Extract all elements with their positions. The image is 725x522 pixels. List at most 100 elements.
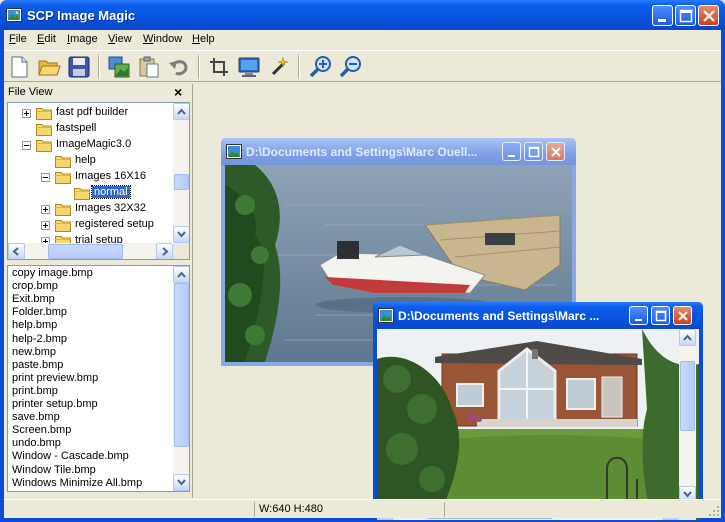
- list-item[interactable]: help-2.bmp: [12, 333, 67, 346]
- folder-icon: [55, 156, 71, 168]
- file-list-thumb[interactable]: [174, 283, 189, 447]
- status-dimensions: W:640 H:480: [259, 503, 324, 515]
- minimize-icon: [635, 319, 642, 321]
- list-item[interactable]: print preview.bmp: [12, 372, 98, 385]
- scroll-up-button[interactable]: [173, 103, 189, 120]
- scroll-left-button[interactable]: [8, 243, 25, 259]
- list-item[interactable]: new.bmp: [12, 346, 56, 359]
- list-item[interactable]: Folder.bmp: [12, 306, 67, 319]
- scroll-up-button[interactable]: [679, 329, 696, 346]
- list-item[interactable]: Window - Cascade.bmp: [12, 450, 129, 463]
- tree-item[interactable]: Images 32X32: [8, 201, 173, 217]
- file-view-close-button[interactable]: ×: [174, 84, 182, 100]
- tree-item[interactable]: ImageMagic3.0: [8, 137, 173, 153]
- image-vertical-scrollbar[interactable]: [679, 329, 696, 503]
- tree-item[interactable]: Images 16X16: [8, 169, 173, 185]
- arrow-left-icon: [12, 247, 19, 256]
- menu-window[interactable]: Window: [143, 33, 182, 45]
- toolbar-separator: [98, 55, 100, 79]
- file-view-header: File View ×: [4, 84, 190, 101]
- screen-button[interactable]: [236, 54, 262, 80]
- close-button[interactable]: [546, 142, 565, 161]
- scroll-up-button[interactable]: [173, 266, 189, 283]
- magic-wand-icon: [271, 56, 289, 76]
- collapse-icon[interactable]: [22, 141, 31, 150]
- magic-wand-button[interactable]: [266, 54, 292, 80]
- zoom-out-button[interactable]: [338, 54, 364, 80]
- close-button[interactable]: [673, 306, 692, 325]
- new-file-button[interactable]: [6, 54, 32, 80]
- tree-vertical-scrollbar[interactable]: [173, 103, 189, 243]
- minimize-button[interactable]: [629, 306, 648, 325]
- close-icon: [678, 311, 688, 321]
- list-item[interactable]: Window Tile.bmp: [12, 464, 96, 477]
- file-list-scrollbar[interactable]: [173, 266, 189, 491]
- image-window-title-bar[interactable]: D:\Documents and Settings\Marc ...: [373, 302, 703, 329]
- title-bar[interactable]: SCP Image Magic: [0, 0, 725, 30]
- zoom-out-icon: [339, 56, 361, 78]
- maximize-icon: [655, 310, 667, 322]
- save-button[interactable]: [66, 54, 92, 80]
- new-file-icon: [11, 56, 28, 78]
- copy-image-button[interactable]: [106, 54, 132, 80]
- list-item[interactable]: help.bmp: [12, 319, 57, 332]
- maximize-icon: [528, 146, 540, 158]
- copy-image-icon: [108, 56, 130, 78]
- menu-file[interactable]: File: [9, 33, 27, 45]
- window-resize-grip-icon[interactable]: [707, 504, 721, 518]
- house-photo: [377, 329, 699, 520]
- list-item[interactable]: copy image.bmp: [12, 267, 93, 280]
- maximize-button[interactable]: [651, 306, 670, 325]
- minimize-button[interactable]: [502, 142, 521, 161]
- menu-help[interactable]: Help: [192, 33, 215, 45]
- image-window-title-bar[interactable]: D:\Documents and Settings\Marc Ouell...: [221, 138, 576, 165]
- monitor-icon: [238, 57, 260, 77]
- tree-item[interactable]: help: [8, 153, 173, 169]
- list-item[interactable]: Windows Minimize All.bmp: [12, 477, 142, 490]
- minimize-button[interactable]: [652, 5, 673, 26]
- zoom-in-button[interactable]: [308, 54, 334, 80]
- list-item[interactable]: print.bmp: [12, 385, 58, 398]
- folder-tree[interactable]: fast pdf builder fastspell ImageMagic3.0 he…: [7, 102, 190, 260]
- list-item[interactable]: paste.bmp: [12, 359, 63, 372]
- list-item[interactable]: printer setup.bmp: [12, 398, 98, 411]
- close-button[interactable]: [698, 5, 719, 26]
- image-vertical-thumb[interactable]: [680, 361, 695, 431]
- expand-icon[interactable]: [22, 109, 31, 118]
- mdi-workspace: D:\Documents and Settings\Marc Ouell...: [192, 84, 721, 522]
- list-item[interactable]: save.bmp: [12, 411, 60, 424]
- image-canvas[interactable]: [377, 329, 699, 520]
- arrow-right-icon: [162, 247, 169, 256]
- list-item[interactable]: Screen.bmp: [12, 424, 71, 437]
- menu-view[interactable]: View: [108, 33, 132, 45]
- tree-item[interactable]: fast pdf builder: [8, 105, 173, 121]
- scroll-down-button[interactable]: [173, 226, 189, 243]
- undo-button[interactable]: [166, 54, 192, 80]
- scroll-down-button[interactable]: [173, 474, 189, 491]
- expand-icon[interactable]: [41, 221, 50, 230]
- tree-vertical-thumb[interactable]: [174, 174, 189, 190]
- menu-image[interactable]: Image: [67, 33, 98, 45]
- file-list[interactable]: copy image.bmp crop.bmp Exit.bmp Folder.bmp…: [7, 265, 190, 492]
- tree-item[interactable]: registered setup: [8, 217, 173, 233]
- open-folder-button[interactable]: [36, 54, 62, 80]
- tree-horizontal-thumb[interactable]: [48, 244, 123, 259]
- undo-arrow-icon: [169, 60, 188, 76]
- paste-button[interactable]: [136, 54, 162, 80]
- list-item[interactable]: crop.bmp: [12, 280, 58, 293]
- crop-button[interactable]: [206, 54, 232, 80]
- tree-item[interactable]: fastspell: [8, 121, 173, 137]
- tree-item-label: normal: [91, 185, 131, 199]
- list-item[interactable]: undo.bmp: [12, 437, 61, 450]
- menu-edit[interactable]: Edit: [37, 33, 56, 45]
- tree-item[interactable]: normal: [8, 185, 173, 201]
- collapse-icon[interactable]: [41, 173, 50, 182]
- list-item[interactable]: Exit.bmp: [12, 293, 55, 306]
- expand-icon[interactable]: [41, 205, 50, 214]
- maximize-button[interactable]: [675, 5, 696, 26]
- crop-icon: [210, 58, 228, 76]
- maximize-button[interactable]: [524, 142, 543, 161]
- folder-icon: [36, 108, 52, 120]
- tree-horizontal-scrollbar[interactable]: [8, 243, 173, 259]
- scroll-right-button[interactable]: [156, 243, 173, 259]
